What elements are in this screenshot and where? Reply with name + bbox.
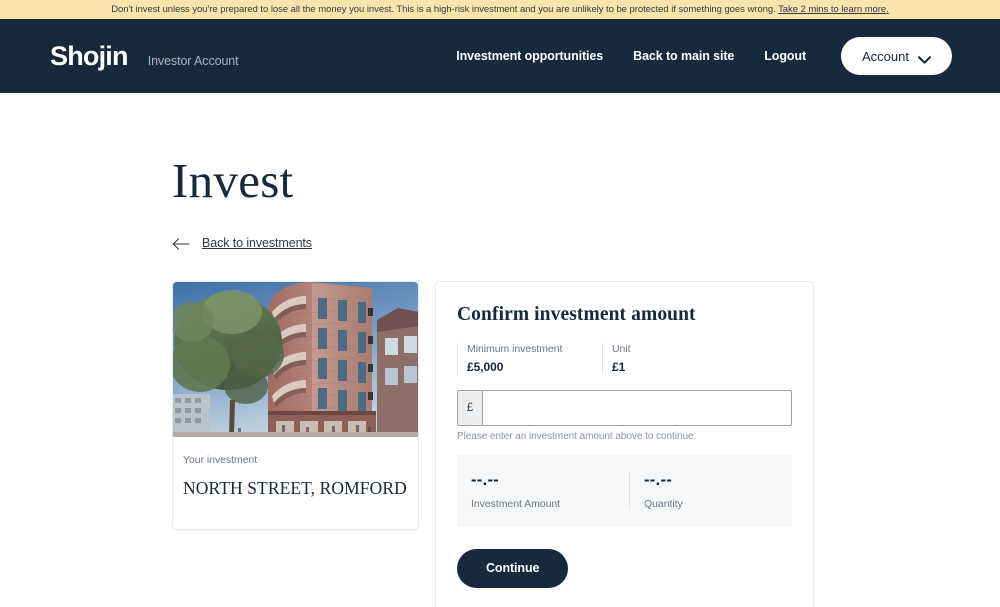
shojin-logo[interactable]: Shojin [50, 42, 129, 70]
risk-warning-banner: Don't invest unless you're prepared to l… [0, 0, 1000, 19]
property-eyebrow-label: Your investment [183, 454, 258, 466]
nav-link-back-to-main-site[interactable]: Back to main site [633, 49, 734, 63]
confirm-investment-title: Confirm investment amount [457, 304, 696, 325]
property-image [173, 282, 418, 437]
nav-link-logout[interactable]: Logout [764, 49, 806, 63]
risk-warning-learn-more-link[interactable]: Take 2 mins to learn more. [778, 4, 889, 15]
cards-row: Your investment NORTH STREET, ROMFORD Co… [172, 281, 1000, 607]
page-content: Invest Back to investments Your investme… [0, 156, 1000, 607]
account-type-label: Investor Account [147, 53, 239, 68]
unit-label: Unit [612, 343, 631, 355]
property-card-body: Your investment NORTH STREET, ROMFORD [173, 437, 418, 529]
property-name: NORTH STREET, ROMFORD [183, 478, 407, 498]
continue-button[interactable]: Continue [457, 548, 569, 588]
summary-quantity-value: --.-- [644, 471, 673, 489]
nav-link-investment-opportunities[interactable]: Investment opportunities [456, 49, 603, 63]
unit-value: £1 [612, 360, 626, 374]
back-to-investments-link[interactable]: Back to investments [172, 236, 312, 250]
confirm-investment-card: Confirm investment amount Minimum invest… [435, 281, 814, 607]
arrow-left-icon [172, 237, 190, 250]
investment-facts: Minimum investment £5,000 Unit £1 [457, 343, 792, 374]
investment-amount-hint: Please enter an investment amount above … [457, 431, 697, 442]
site-header: Shojin Investor Account Investment oppor… [0, 19, 1000, 93]
property-card: Your investment NORTH STREET, ROMFORD [172, 281, 419, 530]
header-nav: Investment opportunities Back to main si… [456, 37, 952, 75]
minimum-investment-label: Minimum investment [467, 343, 563, 355]
fact-unit: Unit £1 [602, 343, 631, 374]
investment-summary: --.-- Investment Amount --.-- Quantity [457, 455, 792, 527]
page-title: Invest [172, 153, 294, 208]
summary-quantity: --.-- Quantity [629, 472, 697, 510]
summary-investment-amount-value: --.-- [471, 471, 500, 489]
currency-prefix-gbp: £ [457, 390, 482, 426]
chevron-down-icon [917, 52, 932, 64]
risk-warning-text: Don't invest unless you're prepared to l… [111, 0, 889, 19]
account-menu-button[interactable]: Account [841, 37, 952, 75]
investment-amount-field: £ [457, 390, 792, 426]
account-menu-label: Account [862, 48, 909, 64]
summary-quantity-label: Quantity [644, 497, 683, 510]
brand-block: Shojin Investor Account [50, 42, 239, 70]
risk-warning-body: Don't invest unless you're prepared to l… [111, 4, 776, 15]
summary-investment-amount-label: Investment Amount [471, 497, 561, 510]
fact-minimum-investment: Minimum investment £5,000 [457, 343, 602, 374]
summary-investment-amount: --.-- Investment Amount [457, 472, 629, 510]
back-to-investments-label: Back to investments [202, 236, 312, 250]
minimum-investment-value: £5,000 [467, 360, 504, 374]
investment-amount-input[interactable] [482, 390, 792, 426]
